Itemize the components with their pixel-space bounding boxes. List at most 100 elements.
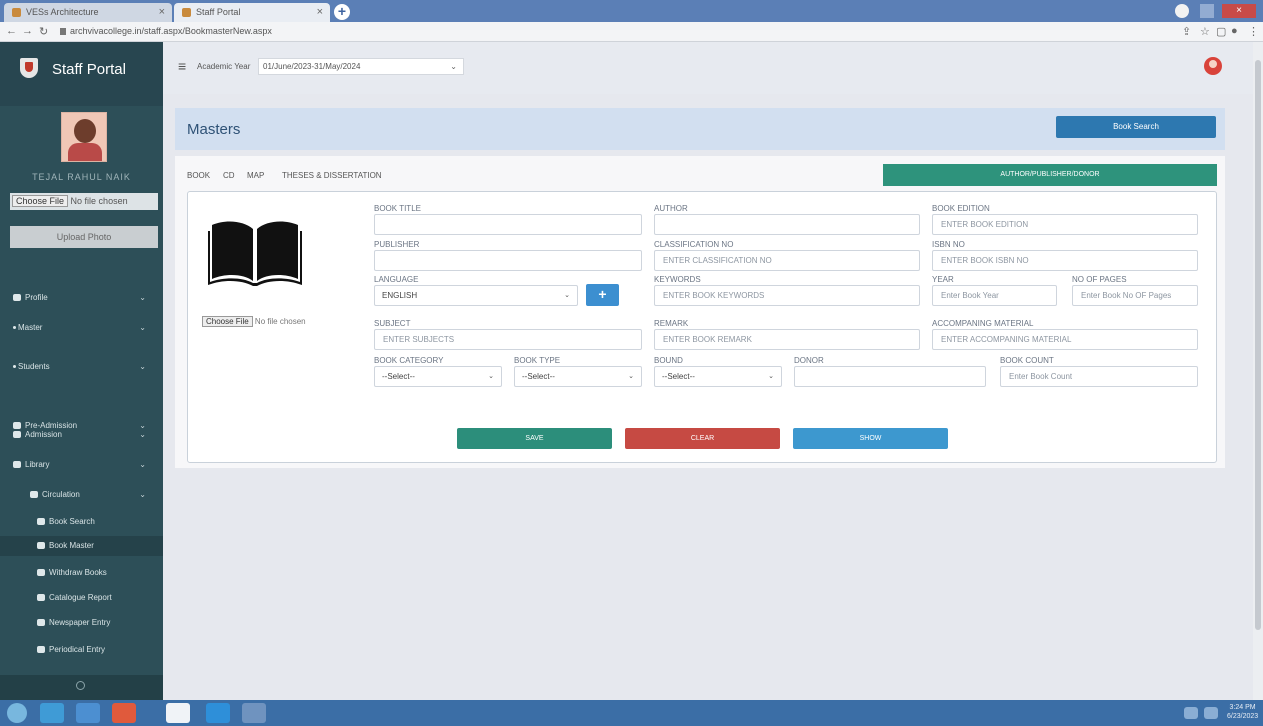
book-edition-label: BOOK EDITION [932,204,990,213]
scrollbar-thumb[interactable] [1255,60,1261,630]
sidebar-item-withdraw-books[interactable]: Withdraw Books [0,563,163,583]
sidebar-item-label: Book Search [49,517,95,526]
share-icon[interactable]: ⇪ [1182,25,1191,38]
close-tab-icon[interactable]: × [159,6,165,18]
show-button[interactable]: SHOW [793,428,948,449]
language-select[interactable]: ENGLISH ⌄ [374,285,578,306]
academic-year-select[interactable]: 01/June/2023-31/May/2024 ⌄ [258,58,464,75]
college-logo-icon [20,58,38,78]
sidebar-item-book-search[interactable]: Book Search [0,512,163,532]
book-icon [37,646,45,653]
keywords-input[interactable]: ENTER BOOK KEYWORDS [654,285,920,306]
lock-icon [60,28,66,35]
book-search-button[interactable]: Book Search [1056,116,1216,138]
chevron-down-icon: ⌄ [139,460,146,469]
clear-button[interactable]: CLEAR [625,428,780,449]
minimize-window-button[interactable] [1200,4,1214,18]
bound-select[interactable]: --Select-- ⌄ [654,366,782,387]
file-explorer-icon[interactable] [40,703,64,723]
add-language-button[interactable]: + [586,284,619,306]
tab-map[interactable]: MAP [247,171,264,180]
chrome-icon[interactable] [166,703,190,723]
remark-input[interactable]: ENTER BOOK REMARK [654,329,920,350]
media-player-icon[interactable] [112,703,136,723]
sidebar-item-master[interactable]: Master ⌄ [0,318,163,338]
network-icon[interactable] [1184,707,1198,719]
book-edition-input[interactable]: ENTER BOOK EDITION [932,214,1198,235]
reload-icon[interactable]: ↻ [39,25,48,38]
main-content: Masters Book Search BOOK CD MAP THESES &… [163,94,1253,700]
new-tab-button[interactable]: + [334,4,350,20]
close-tab-icon[interactable]: × [317,6,323,18]
tab-search-icon[interactable]: ▢ [1216,25,1226,38]
menu-toggle-icon[interactable]: ≡ [178,58,186,74]
publisher-input[interactable] [374,250,642,271]
tab-cd[interactable]: CD [223,171,235,180]
profile-icon[interactable]: ● [1231,25,1238,37]
library-icon [13,461,21,468]
book-icon [37,518,45,525]
forward-arrow-icon[interactable]: → [22,25,33,37]
clock-time: 3:24 PM [1229,704,1256,711]
sidebar-item-label: Book Master [49,541,94,550]
book-type-value: --Select-- [522,372,555,381]
start-button-icon[interactable] [7,703,27,723]
sidebar-item-library[interactable]: Library ⌄ [0,455,163,475]
sidebar-item-catalogue-report[interactable]: Catalogue Report [0,588,163,608]
upload-photo-button[interactable]: Upload Photo [10,226,158,248]
browser-tab-architecture[interactable]: VESs Architecture × [4,3,172,22]
browser-tab-staff-portal[interactable]: Staff Portal × [174,3,330,22]
browser-profile-icon[interactable] [1175,4,1189,18]
bound-label: BOUND [654,356,683,365]
choose-file-button[interactable]: Choose File [12,195,69,207]
save-button[interactable]: SAVE [457,428,612,449]
author-input[interactable] [654,214,920,235]
book-icon [37,542,45,549]
sidebar-item-label: Students [18,362,50,371]
book-title-input[interactable] [374,214,642,235]
book-type-select[interactable]: --Select-- ⌄ [514,366,642,387]
isbn-no-input[interactable]: ENTER BOOK ISBN NO [932,250,1198,271]
chevron-down-icon: ⌄ [139,293,146,302]
language-value: ENGLISH [382,291,418,300]
sidebar-item-admission[interactable]: Admission ⌄ [0,425,163,445]
close-window-button[interactable]: × [1222,4,1256,18]
sidebar-item-newspaper-entry[interactable]: Newspaper Entry [0,613,163,633]
tab-theses-dissertation[interactable]: THESES & DISSERTATION [282,171,382,180]
browser-tab-label: Staff Portal [196,7,241,17]
book-count-input[interactable]: Enter Book Count [1000,366,1198,387]
tab-book[interactable]: BOOK [187,171,210,180]
book-category-select[interactable]: --Select-- ⌄ [374,366,502,387]
photo-file-input[interactable]: Choose File No file chosen [10,193,158,210]
accompanying-material-input[interactable]: ENTER ACCOMPANING MATERIAL [932,329,1198,350]
chevron-down-icon: ⌄ [628,373,634,380]
users-icon [13,431,21,438]
author-publisher-donor-button[interactable]: AUTHOR/PUBLISHER/DONOR [883,164,1217,186]
book-image-file-input[interactable]: Choose File No file chosen [202,316,306,327]
sidebar-item-book-master[interactable]: Book Master [0,536,163,556]
url-field[interactable]: archvivacollege.in/staff.aspx/Bookmaster… [60,26,272,36]
sidebar-item-students[interactable]: Students ⌄ [0,357,163,377]
bookmark-star-icon[interactable]: ☆ [1200,25,1210,38]
master-tabs: BOOK CD MAP THESES & DISSERTATION AUTHOR… [175,156,1225,188]
open-book-icon [208,221,302,286]
app-icon[interactable] [242,703,266,723]
browser-menu-icon[interactable]: ⋮ [1248,25,1259,38]
book-type-label: BOOK TYPE [514,356,561,365]
system-clock[interactable]: 3:24 PM 6/23/2023 [1227,703,1258,721]
sidebar-item-profile[interactable]: Profile ⌄ [0,288,163,308]
year-input[interactable]: Enter Book Year [932,285,1057,306]
volume-icon[interactable] [1204,707,1218,719]
sidebar-item-circulation[interactable]: Circulation ⌄ [0,485,163,505]
sidebar-item-periodical-entry[interactable]: Periodical Entry [0,640,163,660]
user-avatar-icon[interactable] [1204,57,1222,75]
no-of-pages-input[interactable]: Enter Book No OF Pages [1072,285,1198,306]
subject-input[interactable]: ENTER SUBJECTS [374,329,642,350]
os-taskbar: 3:24 PM 6/23/2023 [0,700,1263,726]
back-arrow-icon[interactable]: ← [6,25,17,37]
internet-explorer-icon[interactable] [76,703,100,723]
app-icon[interactable] [206,703,230,723]
donor-input[interactable] [794,366,986,387]
choose-file-button[interactable]: Choose File [202,316,253,327]
classification-no-input[interactable]: ENTER CLASSIFICATION NO [654,250,920,271]
